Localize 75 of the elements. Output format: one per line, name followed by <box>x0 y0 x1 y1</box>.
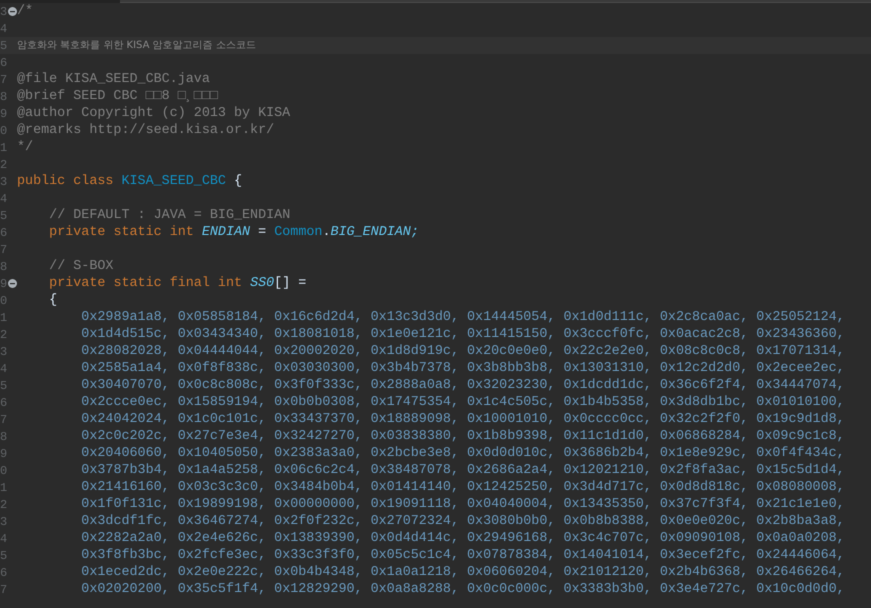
line-number: 7 <box>0 584 8 596</box>
hex-values: 0x3787b3b4, 0x1a4a5258, 0x06c6c2c4, 0x38487078, 0x2686a2a4, 0x12021210, 0x2f8fa3ac, 0x15c5d1d4, <box>81 464 845 478</box>
hex-values: 0x21416160, 0x03c3c3c0, 0x3484b0b4, 0x01414140, 0x12425250, 0x3d4d717c, 0x0d8d818c, 0x08080008, <box>81 480 845 494</box>
fold-icon[interactable] <box>8 279 17 288</box>
line-number: 6 <box>0 226 8 238</box>
code-comment: @author Copyright (c) 2013 by KISA <box>17 106 290 120</box>
code-comment: 암호화와 복호화를 위한 KISA 암호알고리즘 소스코드 <box>17 40 256 50</box>
code-comment: // DEFAULT : JAVA = BIG_ENDIAN <box>49 208 290 222</box>
hex-values: 0x2585a1a4, 0x0f8f838c, 0x03030300, 0x3b4b7378, 0x3b8bb3b8, 0x13031310, 0x12c2d2d0, 0x2ecee2ec, <box>81 362 845 376</box>
code-comment: */ <box>17 140 34 154</box>
code-comment: // S-BOX <box>49 260 114 274</box>
hex-values: 0x2ccce0ec, 0x15859194, 0x0b0b0308, 0x17475354, 0x1c4c505c, 0x1b4b5358, 0x3d8db1bc, 0x01010100, <box>81 396 845 410</box>
hex-values: 0x2989a1a8, 0x05858184, 0x16c6d2d4, 0x13c3d3d0, 0x14445054, 0x1d0d111c, 0x2c8ca0ac, 0x25052124, <box>81 310 845 324</box>
hex-values: 0x3f8fb3bc, 0x2fcfe3ec, 0x33c3f3f0, 0x05c5c1c4, 0x07878384, 0x14041014, 0x3ecef2fc, 0x24446064, <box>81 548 845 562</box>
code-comment: @brief SEED CBC □□8 □¸□□□ <box>17 90 218 104</box>
line-number: 6 <box>0 566 8 578</box>
line-number: 1 <box>0 312 8 324</box>
line-number: 4 <box>0 362 8 374</box>
hex-values: 0x20406060, 0x10405050, 0x2383a3a0, 0x2bcbe3e8, 0x0d0d010c, 0x3686b2b4, 0x1e8e929c, 0x0f4f434c, <box>81 446 845 460</box>
hex-values: 0x2282a2a0, 0x2e4e626c, 0x13839390, 0x0d4d414c, 0x29496168, 0x3c4c707c, 0x09090108, 0x0a0a0208, <box>81 532 845 546</box>
line-number: 5 <box>0 210 8 222</box>
code-text: . <box>322 226 330 240</box>
line-number: 9 <box>0 448 8 460</box>
code-text: [] = <box>274 276 306 290</box>
line-number: 6 <box>0 396 8 408</box>
code-keyword: public class <box>17 174 114 188</box>
hex-values: 0x1d4d515c, 0x03434340, 0x18081018, 0x1e0e121c, 0x11415150, 0x3cccf0fc, 0x0acac2c8, 0x23436360, <box>81 328 845 342</box>
code-keyword: private static int <box>49 226 194 240</box>
hex-values: 0x28082028, 0x04444044, 0x20002020, 0x1d8d919c, 0x20c0e0e0, 0x22c2e2e0, 0x08c8c0c8, 0x17071314, <box>81 344 845 358</box>
line-number: 9 <box>0 108 8 120</box>
code-text: = <box>258 226 266 240</box>
line-number: 8 <box>0 260 8 272</box>
line-number: 6 <box>0 56 8 68</box>
hex-values: 0x1f0f131c, 0x19899198, 0x00000000, 0x19091118, 0x04040004, 0x13435350, 0x37c7f3f4, 0x21c1e1e0, <box>81 498 845 512</box>
line-number: 8 <box>0 430 8 442</box>
hex-values: 0x1eced2dc, 0x2e0e222c, 0x0b4b4348, 0x1a0a1218, 0x06060204, 0x21012120, 0x2b4b6368, 0x26466264, <box>81 566 845 580</box>
line-number: 4 <box>0 532 8 544</box>
hex-values: 0x24042024, 0x1c0c101c, 0x33437370, 0x18889098, 0x10001010, 0x0cccc0cc, 0x32c2f2f0, 0x19c9d1d8, <box>81 412 845 426</box>
code-comment: /* <box>17 4 34 18</box>
line-number: 3 <box>0 6 8 18</box>
hex-values: 0x2c0c202c, 0x27c7e3e4, 0x32427270, 0x03838380, 0x1b8b9398, 0x11c1d1d0, 0x06868284, 0x09c9c1c8, <box>81 430 845 444</box>
line-number: 4 <box>0 22 8 34</box>
code-comment: @remarks http://seed.kisa.or.kr/ <box>17 124 274 138</box>
line-number: 3 <box>0 346 8 358</box>
code-text: { <box>234 174 242 188</box>
code-text: { <box>49 294 58 308</box>
code-comment: @file KISA_SEED_CBC.java <box>17 72 210 86</box>
line-number: 7 <box>0 74 8 86</box>
code-keyword: private static final int <box>49 276 242 290</box>
line-number: 4 <box>0 192 8 204</box>
field-name: BIG_ENDIAN; <box>330 226 419 240</box>
line-number: 0 <box>0 294 8 306</box>
line-number: 2 <box>0 498 8 510</box>
line-number: 3 <box>0 516 8 528</box>
line-number: 3 <box>0 176 8 188</box>
line-number: 0 <box>0 464 8 476</box>
field-name: SS0 <box>250 276 274 290</box>
line-number: 5 <box>0 380 8 392</box>
line-number: 2 <box>0 328 8 340</box>
field-name: ENDIAN <box>202 226 250 240</box>
class-name: KISA_SEED_CBC <box>121 174 226 188</box>
hex-values: 0x30407070, 0x0c8c808c, 0x3f0f333c, 0x2888a0a8, 0x32023230, 0x1dcdd1dc, 0x36c6f2f4, 0x34447074, <box>81 378 845 392</box>
line-number: 0 <box>0 124 8 136</box>
line-number: 5 <box>0 550 8 562</box>
line-number: 7 <box>0 244 8 256</box>
line-number: 1 <box>0 482 8 494</box>
hex-values: 0x3dcdf1fc, 0x36467274, 0x2f0f232c, 0x27072324, 0x3080b0b0, 0x0b8b8388, 0x0e0e020c, 0x2b8ba3a8, <box>81 514 845 528</box>
hex-values: 0x02020200, 0x35c5f1f4, 0x12829290, 0x0a8a8288, 0x0c0c000c, 0x3383b3b0, 0x3e4e727c, 0x10c0d0d0, <box>81 582 845 596</box>
line-number: 7 <box>0 414 8 426</box>
line-number: 1 <box>0 142 8 154</box>
fold-icon[interactable] <box>8 7 17 16</box>
class-name: Common <box>274 226 322 240</box>
line-number: 8 <box>0 90 8 102</box>
line-number: 9 <box>0 278 8 290</box>
line-number: 2 <box>0 158 8 170</box>
